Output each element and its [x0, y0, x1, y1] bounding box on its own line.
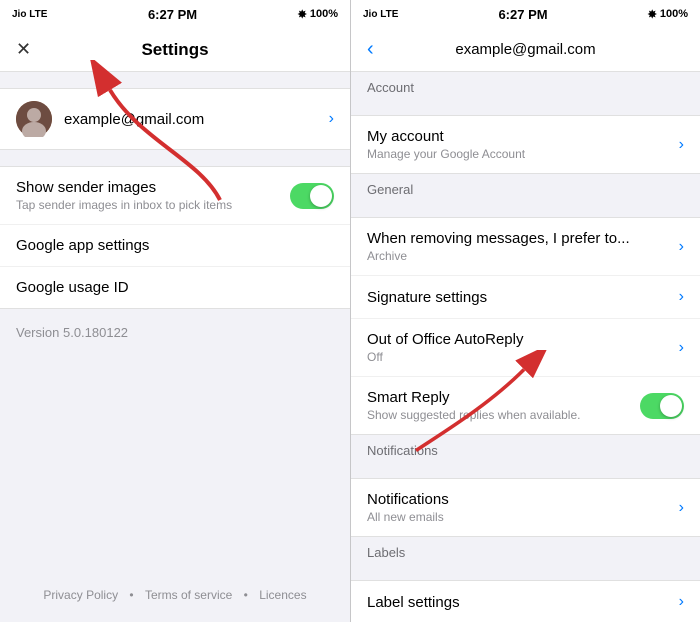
back-button[interactable]: ‹	[367, 38, 391, 61]
out-of-office-label: Out of Office AutoReply	[367, 331, 679, 348]
general-header: General	[351, 174, 700, 201]
right-nav-bar: ‹ example@gmail.com	[351, 28, 700, 72]
removing-messages-item[interactable]: When removing messages, I prefer to... A…	[351, 218, 700, 276]
notifications-item[interactable]: Notifications All new emails ›	[351, 479, 700, 536]
close-button[interactable]: ✕	[16, 39, 40, 60]
account-email-label: example@gmail.com	[64, 111, 329, 128]
notifications-text: Notifications All new emails	[367, 491, 679, 524]
signature-text: Signature settings	[367, 289, 679, 306]
label-settings-text: Label settings	[367, 594, 679, 611]
show-sender-sub: Tap sender images in inbox to pick items	[16, 198, 290, 212]
general-settings-section: When removing messages, I prefer to... A…	[351, 217, 700, 435]
right-bluetooth-icon: ✸	[648, 8, 657, 21]
right-nav-email: example@gmail.com	[391, 41, 660, 58]
footer-links: Privacy Policy • Terms of service • Lice…	[0, 588, 350, 602]
signature-settings-item[interactable]: Signature settings ›	[351, 276, 700, 319]
privacy-link[interactable]: Privacy Policy	[43, 588, 118, 602]
account-row[interactable]: example@gmail.com ›	[0, 89, 350, 149]
notifications-label: Notifications	[367, 491, 679, 508]
dot1: •	[129, 588, 133, 602]
licences-link[interactable]: Licences	[259, 588, 306, 602]
google-usage-text: Google usage ID	[16, 279, 334, 296]
google-usage-label: Google usage ID	[16, 279, 334, 296]
account-settings-section: My account Manage your Google Account ›	[351, 115, 700, 174]
show-sender-images-item[interactable]: Show sender images Tap sender images in …	[0, 167, 350, 225]
left-panel: Jio LTE 6:27 PM ✸ 100% ✕ Settings exa	[0, 0, 350, 622]
notifications-settings-section: Notifications All new emails ›	[351, 478, 700, 537]
right-panel: Jio LTE 6:27 PM ✸ 100% ‹ example@gmail.c…	[350, 0, 700, 622]
removing-messages-sub: Archive	[367, 249, 679, 263]
account-chevron-icon: ›	[329, 110, 334, 128]
smart-reply-item[interactable]: Smart Reply Show suggested replies when …	[351, 377, 700, 434]
avatar	[16, 101, 52, 137]
bluetooth-icon: ✸	[298, 8, 307, 21]
out-of-office-text: Out of Office AutoReply Off	[367, 331, 679, 364]
google-app-settings-item[interactable]: Google app settings	[0, 225, 350, 267]
out-of-office-chevron-icon: ›	[679, 339, 684, 357]
my-account-label: My account	[367, 128, 679, 145]
signature-label: Signature settings	[367, 289, 679, 306]
account-header: Account	[351, 72, 700, 99]
left-nav-title: Settings	[40, 40, 310, 60]
right-content: Account My account Manage your Google Ac…	[351, 72, 700, 622]
my-account-item[interactable]: My account Manage your Google Account ›	[351, 116, 700, 173]
left-battery: ✸ 100%	[298, 8, 338, 21]
right-status-bar: Jio LTE 6:27 PM ✸ 100%	[351, 0, 700, 28]
left-time: 6:27 PM	[148, 7, 197, 22]
account-section: example@gmail.com ›	[0, 88, 350, 150]
smart-reply-label: Smart Reply	[367, 389, 640, 406]
battery-text: 100%	[310, 8, 338, 20]
settings-section: Show sender images Tap sender images in …	[0, 166, 350, 309]
version-text: Version 5.0.180122	[0, 309, 350, 356]
my-account-text: My account Manage your Google Account	[367, 128, 679, 161]
show-sender-text: Show sender images Tap sender images in …	[16, 179, 290, 212]
label-settings-label: Label settings	[367, 594, 679, 611]
google-app-label: Google app settings	[16, 237, 334, 254]
notifications-sub: All new emails	[367, 510, 679, 524]
notifications-chevron-icon: ›	[679, 499, 684, 517]
right-carrier: Jio LTE	[363, 9, 398, 20]
removing-messages-text: When removing messages, I prefer to... A…	[367, 230, 679, 263]
left-nav-bar: ✕ Settings	[0, 28, 350, 72]
google-usage-id-item[interactable]: Google usage ID	[0, 267, 350, 308]
label-settings-item[interactable]: Label settings ›	[351, 581, 700, 622]
label-settings-chevron-icon: ›	[679, 593, 684, 611]
out-of-office-sub: Off	[367, 350, 679, 364]
google-app-text: Google app settings	[16, 237, 334, 254]
smart-reply-toggle[interactable]	[640, 393, 684, 419]
sender-images-toggle[interactable]	[290, 183, 334, 209]
show-sender-label: Show sender images	[16, 179, 290, 196]
signature-chevron-icon: ›	[679, 288, 684, 306]
out-of-office-item[interactable]: Out of Office AutoReply Off ›	[351, 319, 700, 377]
right-time: 6:27 PM	[498, 7, 547, 22]
left-carrier: Jio LTE	[12, 9, 47, 20]
labels-settings-section: Label settings ›	[351, 580, 700, 622]
removing-chevron-icon: ›	[679, 238, 684, 256]
right-battery: ✸ 100%	[648, 8, 688, 21]
notifications-header: Notifications	[351, 435, 700, 462]
dot2: •	[244, 588, 248, 602]
left-status-bar: Jio LTE 6:27 PM ✸ 100%	[0, 0, 350, 28]
left-content: example@gmail.com › Show sender images T…	[0, 72, 350, 622]
labels-header: Labels	[351, 537, 700, 564]
my-account-sub: Manage your Google Account	[367, 147, 679, 161]
terms-link[interactable]: Terms of service	[145, 588, 232, 602]
smart-reply-text: Smart Reply Show suggested replies when …	[367, 389, 640, 422]
right-battery-text: 100%	[660, 8, 688, 20]
removing-messages-label: When removing messages, I prefer to...	[367, 230, 679, 247]
smart-reply-sub: Show suggested replies when available.	[367, 408, 640, 422]
my-account-chevron-icon: ›	[679, 136, 684, 154]
